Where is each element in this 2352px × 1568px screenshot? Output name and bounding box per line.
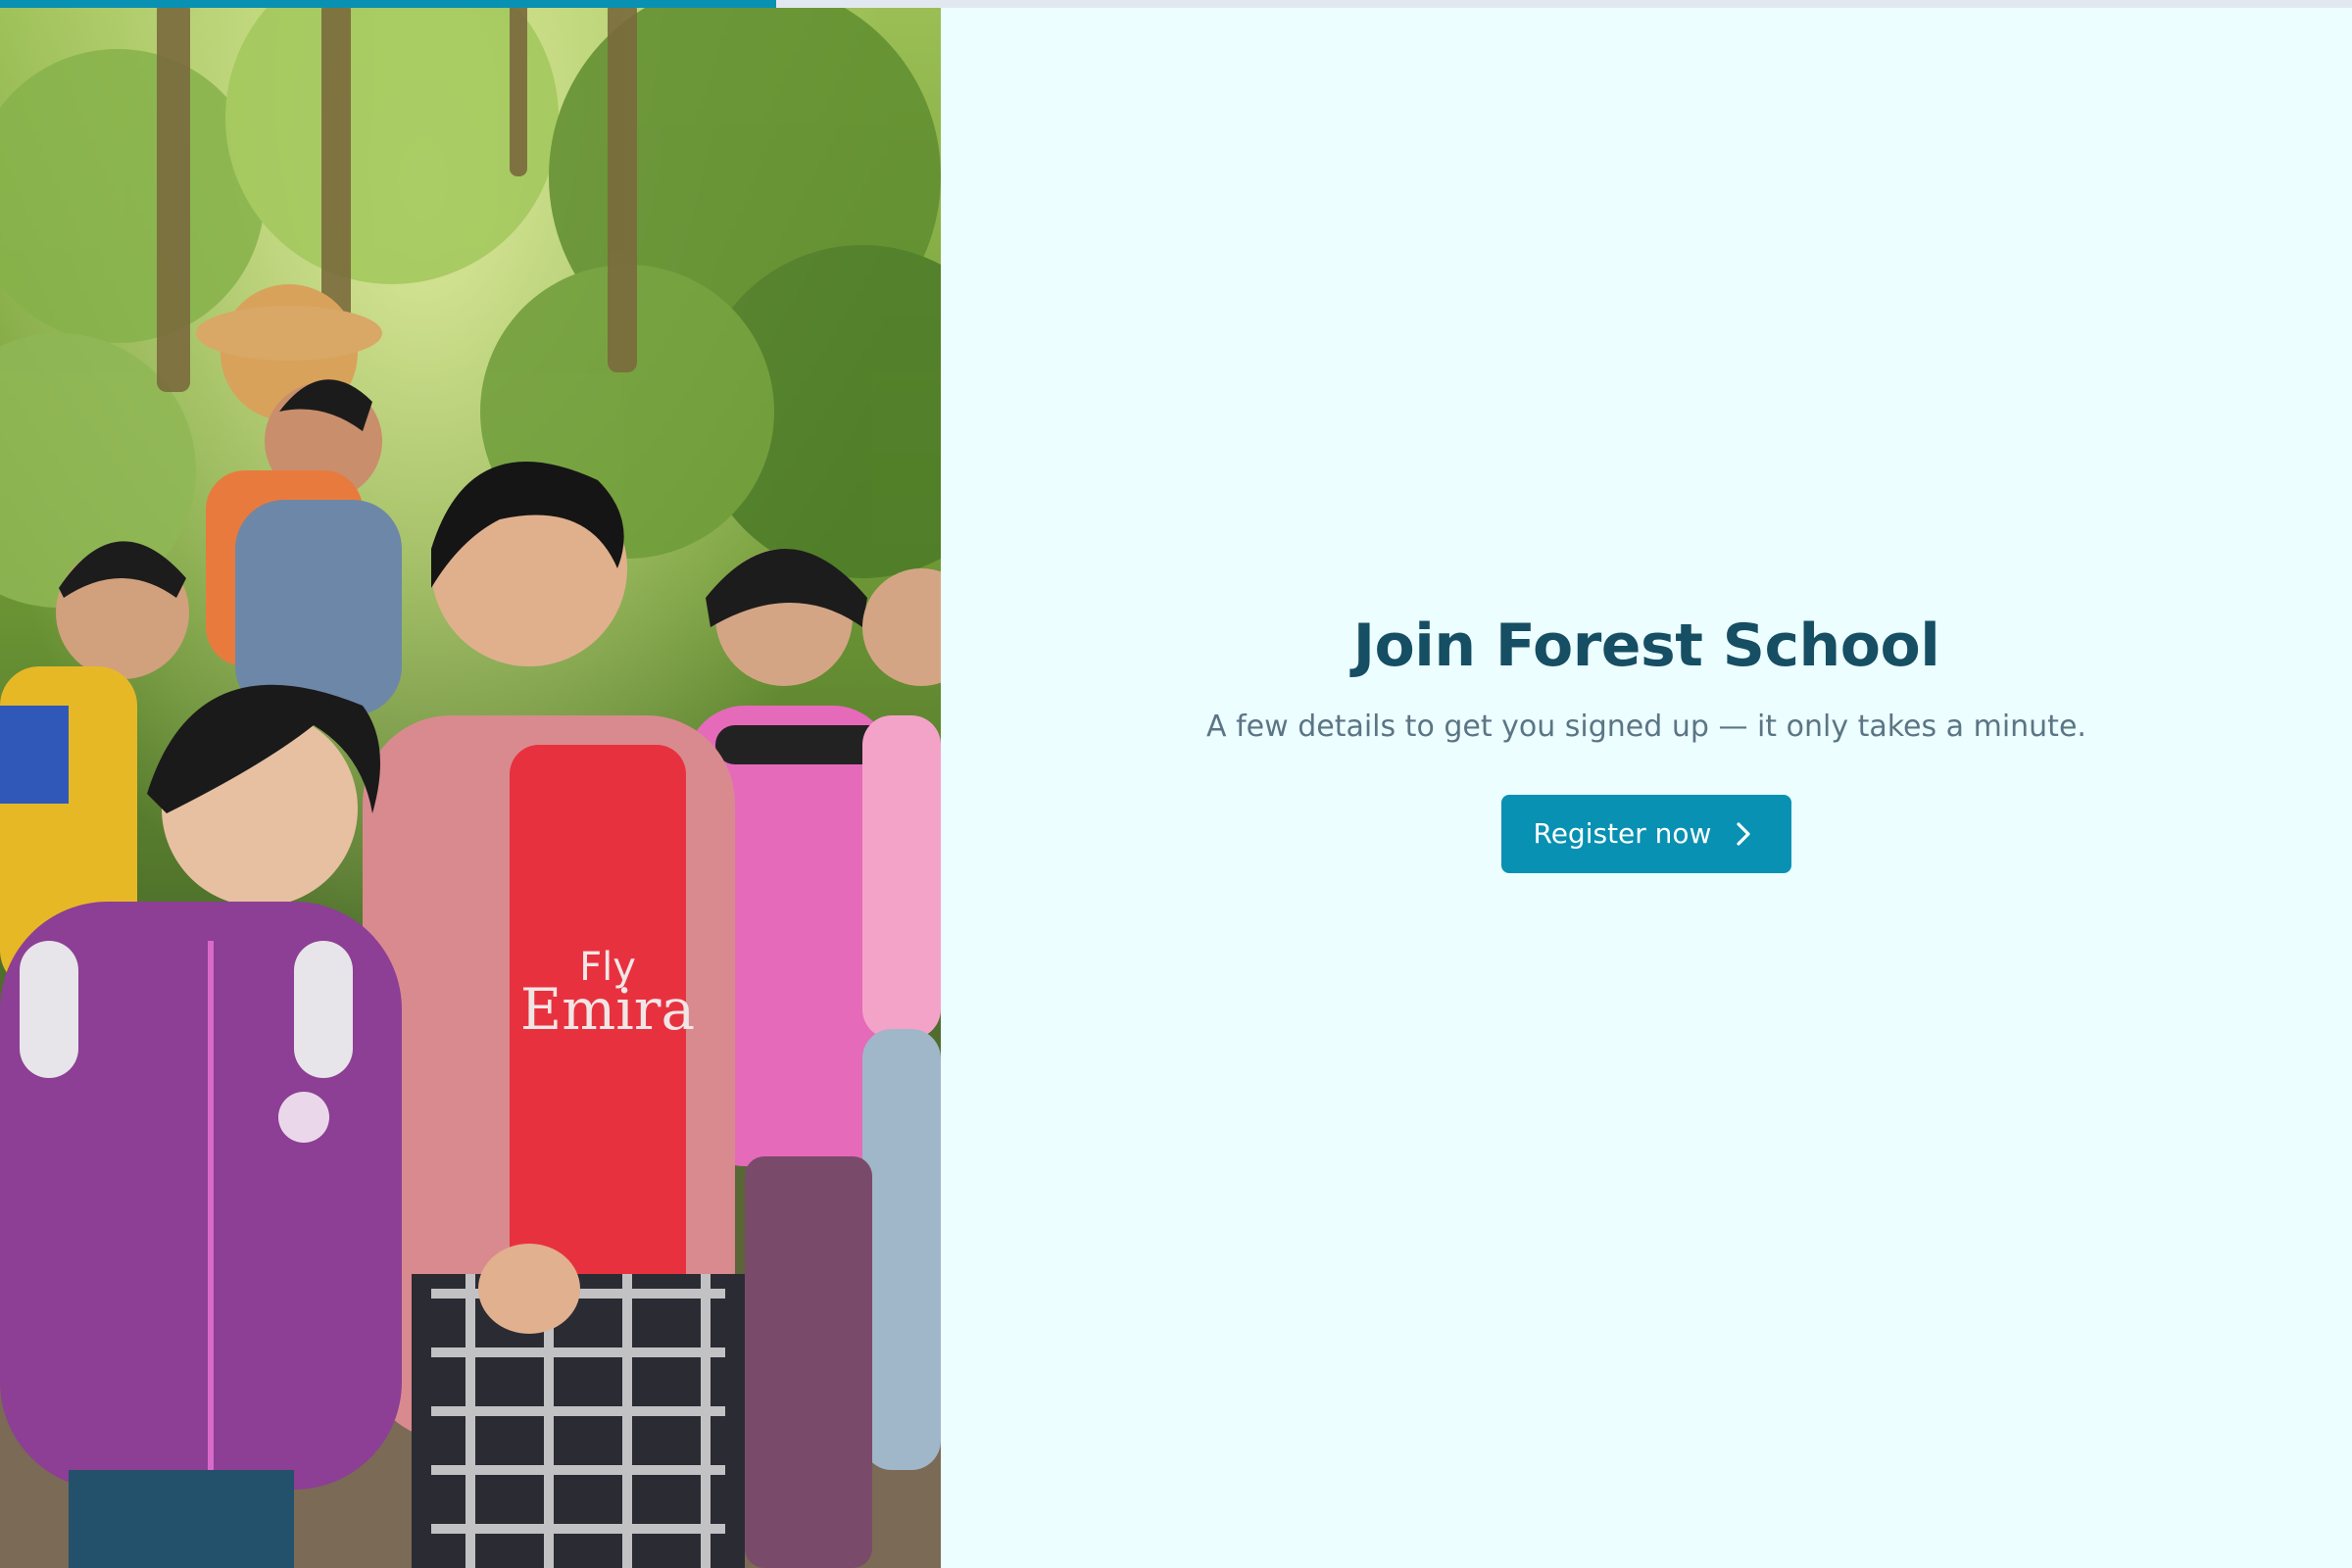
page-subtitle: A few details to get you signed up — it … [1206, 709, 2086, 744]
register-now-button[interactable]: Register now [1500, 794, 1792, 873]
intro-content: Join Forest School A few details to get … [1206, 613, 2086, 873]
hero-photo: Fly Emira [0, 0, 941, 1568]
register-now-label: Register now [1533, 817, 1712, 850]
progress-bar-fill [0, 0, 776, 8]
page-title: Join Forest School [1352, 611, 1940, 680]
chevron-right-icon [1735, 821, 1752, 847]
progress-bar [0, 0, 2352, 8]
svg-text:Emira: Emira [520, 976, 695, 1043]
signup-intro-panel: Join Forest School A few details to get … [941, 8, 2352, 1568]
